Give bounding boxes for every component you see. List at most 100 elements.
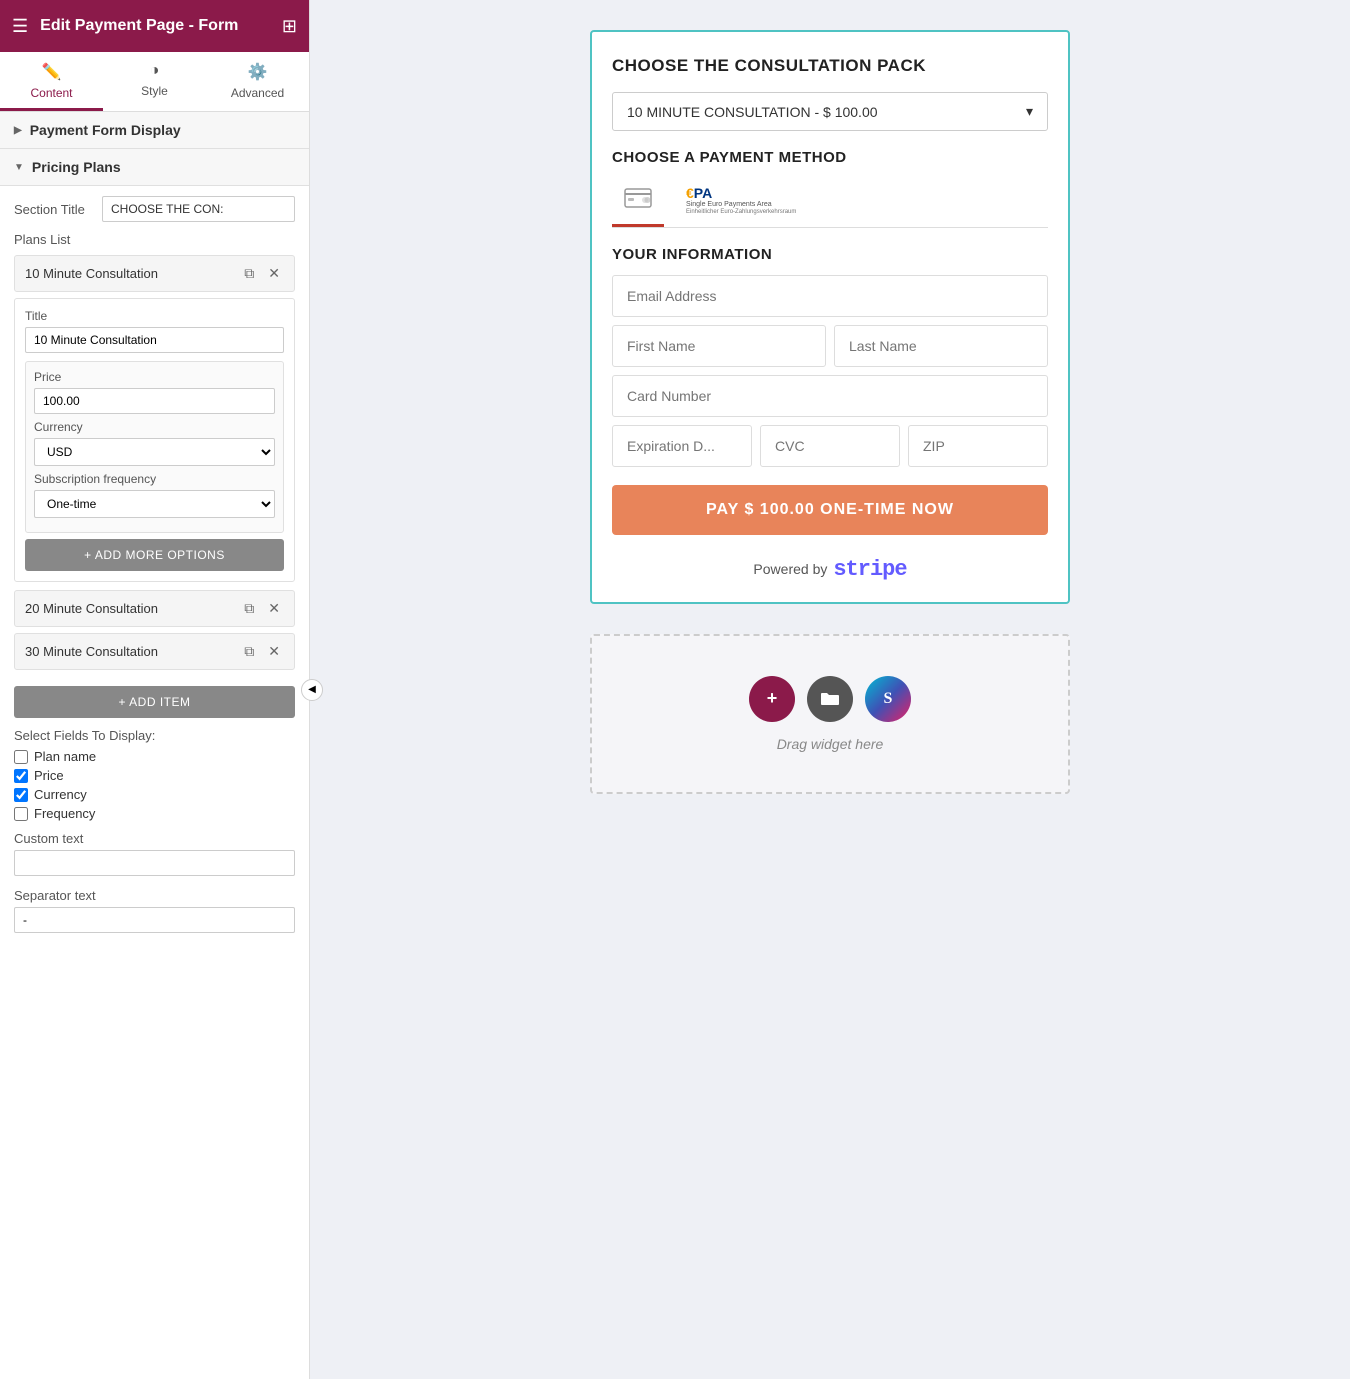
panel-content: Section Title Plans List 10 Minute Consu… xyxy=(0,186,309,945)
tab-style-label: Style xyxy=(141,84,168,98)
consultation-dropdown[interactable]: 10 MINUTE CONSULTATION - $ 100.00 ▾ xyxy=(612,92,1048,131)
currency-checkbox-label: Currency xyxy=(34,787,87,802)
add-more-options-button[interactable]: + ADD MORE OPTIONS xyxy=(25,539,284,571)
plan-2-delete-button[interactable]: ✕ xyxy=(264,598,284,619)
price-checkbox[interactable] xyxy=(14,769,28,783)
add-item-button[interactable]: + ADD ITEM xyxy=(14,686,295,718)
custom-text-input[interactable] xyxy=(14,850,295,876)
price-checkbox-label: Price xyxy=(34,768,64,783)
separator-text-input[interactable] xyxy=(14,907,295,933)
subscription-frequency-select[interactable]: One-time Monthly Yearly xyxy=(34,490,275,518)
drag-text: Drag widget here xyxy=(777,736,884,752)
select-fields-label: Select Fields To Display: xyxy=(14,728,295,743)
plan-item-3: 30 Minute Consultation ⧉ ✕ xyxy=(14,633,295,670)
first-name-input[interactable] xyxy=(612,325,826,367)
plan-3-copy-button[interactable]: ⧉ xyxy=(240,641,258,662)
grid-icon[interactable]: ⊞ xyxy=(282,16,297,37)
add-widget-button[interactable]: + xyxy=(749,676,795,722)
style-tab-icon: ◑ xyxy=(150,62,160,80)
plan-item-2: 20 Minute Consultation ⧉ ✕ xyxy=(14,590,295,627)
widget-icons-row: + S xyxy=(749,676,911,722)
plan-name-checkbox-label: Plan name xyxy=(34,749,96,764)
chevron-down-icon: ▼ xyxy=(14,162,24,173)
folder-widget-button[interactable] xyxy=(807,676,853,722)
stripe-logo: stripe xyxy=(833,557,906,582)
tab-advanced[interactable]: ⚙️ Advanced xyxy=(206,52,309,111)
currency-select[interactable]: USD EUR GBP xyxy=(34,438,275,466)
price-checkbox-row: Price xyxy=(14,768,295,783)
main-content: CHOOSE THE CONSULTATION PACK 10 MINUTE C… xyxy=(310,0,1350,1379)
plans-list-label: Plans List xyxy=(14,232,295,247)
payment-form-display-label: Payment Form Display xyxy=(30,122,181,138)
form-main-title: CHOOSE THE CONSULTATION PACK xyxy=(612,56,1048,76)
plan-1-label: 10 Minute Consultation xyxy=(25,266,234,281)
frequency-checkbox[interactable] xyxy=(14,807,28,821)
title-label: Title xyxy=(25,309,284,323)
hamburger-icon[interactable]: ☰ xyxy=(12,16,28,37)
powered-by: Powered by stripe xyxy=(612,557,1048,582)
frequency-checkbox-label: Frequency xyxy=(34,806,95,821)
tab-advanced-label: Advanced xyxy=(231,86,284,100)
currency-checkbox[interactable] xyxy=(14,788,28,802)
plan-2-label: 20 Minute Consultation xyxy=(25,601,234,616)
chevron-down-icon: ▾ xyxy=(1026,103,1033,120)
plan-1-expanded: Title Price Currency USD EUR GBP Subscri… xyxy=(14,298,295,582)
payment-form-wrapper: CHOOSE THE CONSULTATION PACK 10 MINUTE C… xyxy=(590,30,1070,604)
plan-name-checkbox[interactable] xyxy=(14,750,28,764)
drag-widget-area: + S Drag widget here xyxy=(590,634,1070,794)
cvc-input[interactable] xyxy=(760,425,900,467)
payment-form-display-header[interactable]: ▶ Payment Form Display xyxy=(0,112,309,149)
top-bar: ☰ Edit Payment Page - Form ⊞ xyxy=(0,0,309,52)
plan-3-delete-button[interactable]: ✕ xyxy=(264,641,284,662)
pay-button[interactable]: PAY $ 100.00 ONE-TIME NOW xyxy=(612,485,1048,535)
price-currency-block: Price Currency USD EUR GBP Subscription … xyxy=(25,361,284,533)
last-name-input[interactable] xyxy=(834,325,1048,367)
elementor-widget-button[interactable]: S xyxy=(865,676,911,722)
plan-3-label: 30 Minute Consultation xyxy=(25,644,234,659)
name-row xyxy=(612,325,1048,367)
price-input[interactable] xyxy=(34,388,275,414)
subscription-frequency-label: Subscription frequency xyxy=(34,472,275,486)
chevron-right-icon: ▶ xyxy=(14,125,22,136)
plan-2-copy-button[interactable]: ⧉ xyxy=(240,598,258,619)
email-input[interactable] xyxy=(612,275,1048,317)
tab-content-label: Content xyxy=(30,86,72,100)
left-panel: ☰ Edit Payment Page - Form ⊞ ✏️ Content … xyxy=(0,0,310,1379)
separator-text-label: Separator text xyxy=(14,888,295,903)
pricing-plans-label: Pricing Plans xyxy=(32,159,121,175)
plan-1-delete-button[interactable]: ✕ xyxy=(264,263,284,284)
pricing-plans-header[interactable]: ▼ Pricing Plans xyxy=(0,149,309,186)
tab-style[interactable]: ◑ Style xyxy=(103,52,206,111)
card-payment-tab[interactable] xyxy=(612,178,664,227)
section-title-label: Section Title xyxy=(14,202,94,217)
page-title: Edit Payment Page - Form xyxy=(40,17,282,35)
plan-1-copy-button[interactable]: ⧉ xyxy=(240,263,258,284)
your-info-title: YOUR INFORMATION xyxy=(612,246,1048,263)
currency-label: Currency xyxy=(34,420,275,434)
zip-input[interactable] xyxy=(908,425,1048,467)
payment-tabs: €PA Single Euro Payments Area Einheitlic… xyxy=(612,178,1048,228)
custom-text-label: Custom text xyxy=(14,831,295,846)
frequency-checkbox-row: Frequency xyxy=(14,806,295,821)
plan-name-checkbox-row: Plan name xyxy=(14,749,295,764)
powered-by-text: Powered by xyxy=(753,561,827,577)
tabs-row: ✏️ Content ◑ Style ⚙️ Advanced xyxy=(0,52,309,112)
section-title-row: Section Title xyxy=(14,196,295,222)
sepa-payment-tab[interactable]: €PA Single Euro Payments Area Einheitlic… xyxy=(674,178,808,227)
advanced-tab-icon: ⚙️ xyxy=(248,62,268,82)
section-title-input[interactable] xyxy=(102,196,295,222)
currency-checkbox-row: Currency xyxy=(14,787,295,802)
card-tab-icon xyxy=(624,188,652,214)
expiration-input[interactable] xyxy=(612,425,752,467)
collapse-handle[interactable]: ◀ xyxy=(301,679,323,701)
card-number-input[interactable] xyxy=(612,375,1048,417)
sepa-logo: €PA Single Euro Payments Area Einheitlic… xyxy=(686,186,796,216)
plan-1-title-input[interactable] xyxy=(25,327,284,353)
payment-method-title: CHOOSE A PAYMENT METHOD xyxy=(612,149,1048,166)
content-tab-icon: ✏️ xyxy=(42,62,62,82)
card-details-row xyxy=(612,425,1048,467)
price-label: Price xyxy=(34,370,275,384)
plan-item-1: 10 Minute Consultation ⧉ ✕ xyxy=(14,255,295,292)
tab-content[interactable]: ✏️ Content xyxy=(0,52,103,111)
dropdown-value: 10 MINUTE CONSULTATION - $ 100.00 xyxy=(627,104,878,120)
